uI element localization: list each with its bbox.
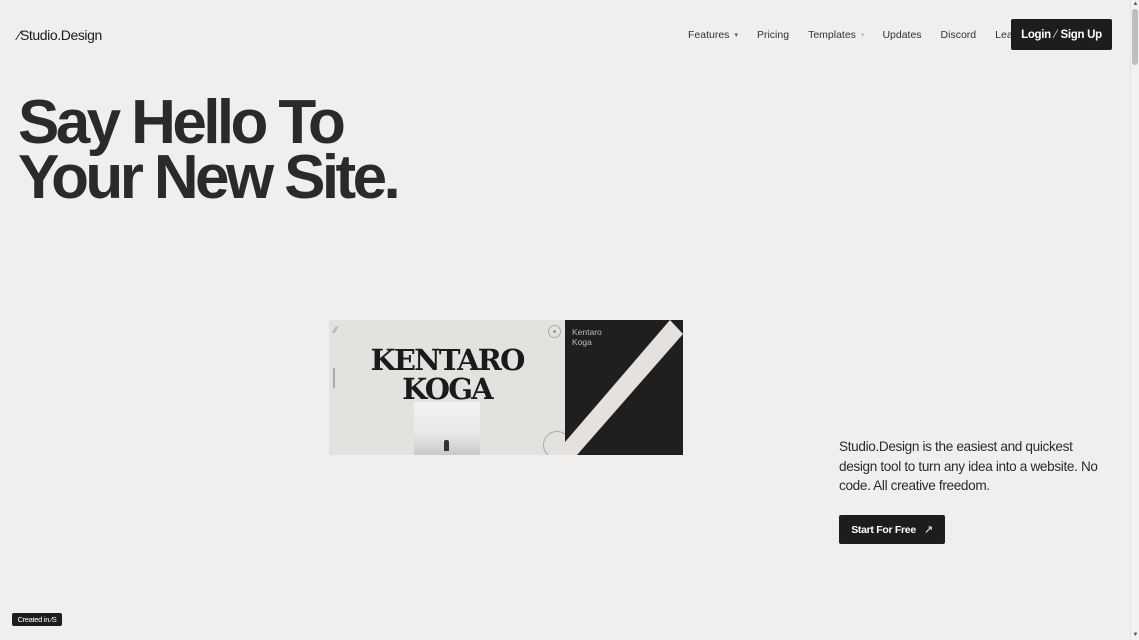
hero-heading: Say Hello To Your New Site. bbox=[18, 88, 401, 212]
page: ⁄Studio.Design Features ▾ Pricing Templa… bbox=[0, 0, 1130, 640]
nav-label-updates: Updates bbox=[882, 29, 922, 41]
nav-item-templates[interactable]: Templates ▾ bbox=[808, 29, 864, 41]
template-preview-light: ⁄⁄ KENTARO KOGA bbox=[329, 320, 565, 455]
login-signup-button[interactable]: Login ⁄ Sign Up bbox=[1011, 19, 1112, 50]
site-header: ⁄Studio.Design Features ▾ Pricing Templa… bbox=[0, 18, 1130, 52]
circle-icon bbox=[548, 325, 561, 338]
nav-item-pricing[interactable]: Pricing bbox=[757, 29, 789, 41]
hero-line-1: Say Hello To bbox=[18, 88, 346, 157]
nav-item-features[interactable]: Features ▾ bbox=[688, 29, 738, 41]
preview-dark-line-2: Koga bbox=[572, 337, 592, 347]
chevron-down-icon: ▾ bbox=[734, 31, 738, 39]
vertical-scrollbar[interactable]: ▲ ▼ bbox=[1130, 0, 1139, 640]
hero-line-2: Your New Site. bbox=[18, 143, 401, 212]
created-in-studio-badge[interactable]: Created in ⁄S bbox=[12, 613, 62, 626]
slash-divider: ⁄ bbox=[1054, 28, 1057, 41]
logo[interactable]: ⁄Studio.Design bbox=[18, 27, 102, 43]
logo-text: Studio.Design bbox=[19, 27, 102, 43]
main-nav: Features ▾ Pricing Templates ▾ Updates D… bbox=[688, 29, 1022, 41]
preview-photo bbox=[414, 402, 480, 455]
arrow-up-right-icon: ↗ bbox=[923, 524, 933, 536]
nav-item-updates[interactable]: Updates bbox=[882, 29, 921, 41]
nav-item-discord[interactable]: Discord bbox=[941, 29, 977, 41]
start-for-free-button[interactable]: Start For Free ↗ bbox=[839, 515, 945, 544]
nav-label-pricing: Pricing bbox=[756, 29, 790, 41]
preview-title-line-2: KOGA bbox=[402, 372, 494, 406]
nav-label-discord: Discord bbox=[940, 29, 977, 41]
signup-label: Sign Up bbox=[1060, 28, 1103, 41]
preview-title: KENTARO KOGA bbox=[329, 346, 565, 404]
scroll-up-arrow-icon[interactable]: ▲ bbox=[1131, 0, 1139, 9]
scroll-down-arrow-icon[interactable]: ▼ bbox=[1131, 631, 1139, 640]
hero-description: Studio.Design is the easiest and quickes… bbox=[839, 439, 1098, 493]
preview-dark-line-1: Kentaro bbox=[572, 327, 602, 337]
person-silhouette bbox=[444, 440, 449, 451]
chevron-down-icon: ▾ bbox=[860, 31, 865, 39]
login-label: Login bbox=[1021, 28, 1051, 41]
nav-label-templates: Templates bbox=[808, 29, 856, 41]
scrollbar-thumb[interactable] bbox=[1132, 9, 1138, 65]
template-preview-dark: Kentaro Koga bbox=[565, 320, 683, 455]
preview-dark-text: Kentaro Koga bbox=[572, 327, 602, 347]
nav-label-features: Features bbox=[688, 29, 730, 41]
preview-title-line-1: KENTARO bbox=[370, 343, 525, 377]
cta-label: Start For Free bbox=[851, 523, 916, 536]
circle-icon bbox=[543, 431, 565, 455]
studio-mark-icon: ⁄⁄ bbox=[334, 325, 338, 335]
